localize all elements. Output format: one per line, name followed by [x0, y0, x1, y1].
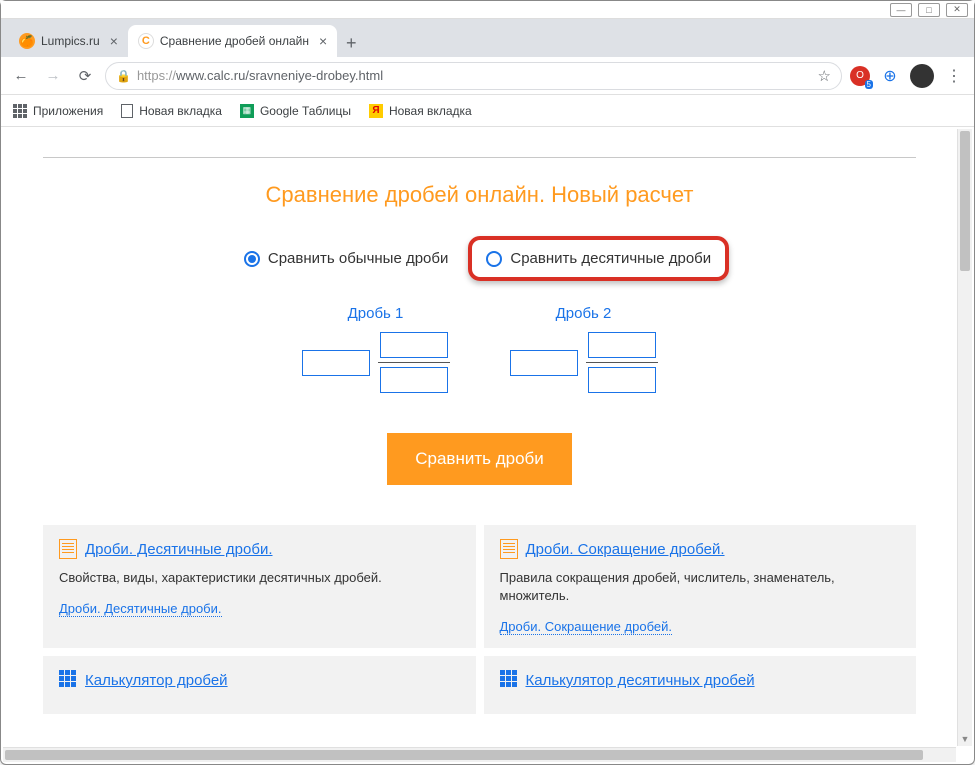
card-footer-link[interactable]: Дроби. Сокращение дробей.	[500, 619, 672, 635]
apps-icon	[13, 104, 27, 118]
scrollbar-thumb[interactable]	[960, 131, 970, 271]
lock-icon: 🔒	[116, 69, 131, 83]
card-description: Свойства, виды, характеристики десятичны…	[59, 569, 460, 587]
fraction-2: Дробь 2	[510, 305, 658, 393]
card-description: Правила сокращения дробей, числитель, зн…	[500, 569, 901, 605]
tab-strip: 🍊 Lumpics.ru × С Сравнение дробей онлайн…	[1, 19, 974, 57]
url-text: https://www.calc.ru/sravneniye-drobey.ht…	[137, 68, 812, 83]
fraction-2-numerator-input[interactable]	[588, 332, 656, 358]
yandex-icon: Я	[369, 104, 383, 118]
radio-icon	[244, 251, 260, 267]
fraction-2-whole-input[interactable]	[510, 350, 578, 376]
forward-button: →	[41, 64, 65, 88]
extension-opera-icon[interactable]: O5	[850, 66, 870, 86]
radio-label: Сравнить десятичные дроби	[510, 250, 711, 267]
maximize-button[interactable]: □	[918, 3, 940, 17]
card-title-link[interactable]: Калькулятор дробей	[85, 672, 228, 689]
fraction-1-numerator-input[interactable]	[380, 332, 448, 358]
bookmark-label: Новая вкладка	[389, 104, 472, 118]
fraction-label: Дробь 1	[302, 305, 450, 322]
bookmarks-bar: Приложения Новая вкладка ▦ Google Таблиц…	[1, 95, 974, 127]
bookmark-item[interactable]: ▦ Google Таблицы	[240, 104, 351, 118]
close-window-button[interactable]: ✕	[946, 3, 968, 17]
fraction-line	[586, 362, 658, 363]
fraction-label: Дробь 2	[510, 305, 658, 322]
related-cards-row: Калькулятор дробей Калькулятор десятичны…	[43, 656, 916, 714]
card-decimal-fractions: Дроби. Десятичные дроби. Свойства, виды,…	[43, 525, 476, 648]
page-heading: Сравнение дробей онлайн. Новый расчет	[43, 182, 916, 208]
page-icon	[121, 104, 133, 118]
card-decimal-calculator: Калькулятор десятичных дробей	[484, 656, 917, 714]
close-tab-icon[interactable]: ×	[110, 33, 118, 49]
card-footer-link[interactable]: Дроби. Десятичные дроби.	[59, 601, 222, 617]
apps-label: Приложения	[33, 104, 103, 118]
bookmark-item[interactable]: Я Новая вкладка	[369, 104, 472, 118]
fraction-1: Дробь 1	[302, 305, 450, 393]
radio-icon	[486, 251, 502, 267]
radio-decimal-fractions[interactable]: Сравнить десятичные дроби	[468, 236, 729, 281]
apps-shortcut[interactable]: Приложения	[13, 104, 103, 118]
card-fraction-calculator: Калькулятор дробей	[43, 656, 476, 714]
back-button[interactable]: ←	[9, 64, 33, 88]
minimize-button[interactable]: —	[890, 3, 912, 17]
divider	[43, 157, 916, 158]
window-titlebar: — □ ✕	[1, 1, 974, 19]
browser-window: — □ ✕ 🍊 Lumpics.ru × С Сравнение дробей …	[0, 0, 975, 765]
tab-title: Сравнение дробей онлайн	[160, 34, 309, 48]
fraction-1-denominator-input[interactable]	[380, 367, 448, 393]
tab-lumpics[interactable]: 🍊 Lumpics.ru ×	[9, 25, 128, 57]
document-icon	[59, 539, 77, 559]
card-title-link[interactable]: Дроби. Десятичные дроби.	[85, 541, 273, 558]
close-tab-icon[interactable]: ×	[319, 33, 327, 49]
card-reduce-fractions: Дроби. Сокращение дробей. Правила сокращ…	[484, 525, 917, 648]
tab-calc[interactable]: С Сравнение дробей онлайн ×	[128, 25, 337, 57]
radio-common-fractions[interactable]: Сравнить обычные дроби	[230, 240, 463, 277]
radio-label: Сравнить обычные дроби	[268, 250, 449, 267]
fraction-type-radio-group: Сравнить обычные дроби Сравнить десятичн…	[43, 236, 916, 281]
related-cards-row: Дроби. Десятичные дроби. Свойства, виды,…	[43, 525, 916, 648]
vertical-scrollbar[interactable]: ▲ ▼	[957, 129, 972, 746]
scrollbar-thumb[interactable]	[5, 750, 923, 760]
document-icon	[500, 539, 518, 559]
favicon-calc: С	[138, 33, 154, 49]
fractions-input-row: Дробь 1 Дробь 2	[43, 305, 916, 393]
calculator-icon	[500, 670, 518, 690]
fraction-2-denominator-input[interactable]	[588, 367, 656, 393]
tab-title: Lumpics.ru	[41, 34, 100, 48]
profile-avatar[interactable]	[910, 64, 934, 88]
bookmark-item[interactable]: Новая вкладка	[121, 104, 222, 118]
card-title-link[interactable]: Дроби. Сокращение дробей.	[526, 541, 725, 558]
bookmark-star-icon[interactable]: ☆	[818, 67, 831, 85]
card-title-link[interactable]: Калькулятор десятичных дробей	[526, 672, 755, 689]
horizontal-scrollbar[interactable]	[3, 747, 956, 762]
menu-button[interactable]: ⋮	[942, 64, 966, 88]
bookmark-label: Новая вкладка	[139, 104, 222, 118]
new-tab-button[interactable]: +	[337, 29, 365, 57]
sheets-icon: ▦	[240, 104, 254, 118]
reload-button[interactable]: ⟳	[73, 64, 97, 88]
favicon-lumpics: 🍊	[19, 33, 35, 49]
fraction-1-whole-input[interactable]	[302, 350, 370, 376]
address-bar[interactable]: 🔒 https://www.calc.ru/sravneniye-drobey.…	[105, 62, 842, 90]
fraction-line	[378, 362, 450, 363]
calculator-icon	[59, 670, 77, 690]
compare-button[interactable]: Сравнить дроби	[387, 433, 572, 485]
toolbar: ← → ⟳ 🔒 https://www.calc.ru/sravneniye-d…	[1, 57, 974, 95]
translate-icon[interactable]: ⊕	[878, 64, 902, 88]
scroll-down-arrow[interactable]: ▼	[958, 731, 972, 746]
bookmark-label: Google Таблицы	[260, 104, 351, 118]
page-content: Сравнение дробей онлайн. Новый расчет Ср…	[3, 129, 956, 746]
